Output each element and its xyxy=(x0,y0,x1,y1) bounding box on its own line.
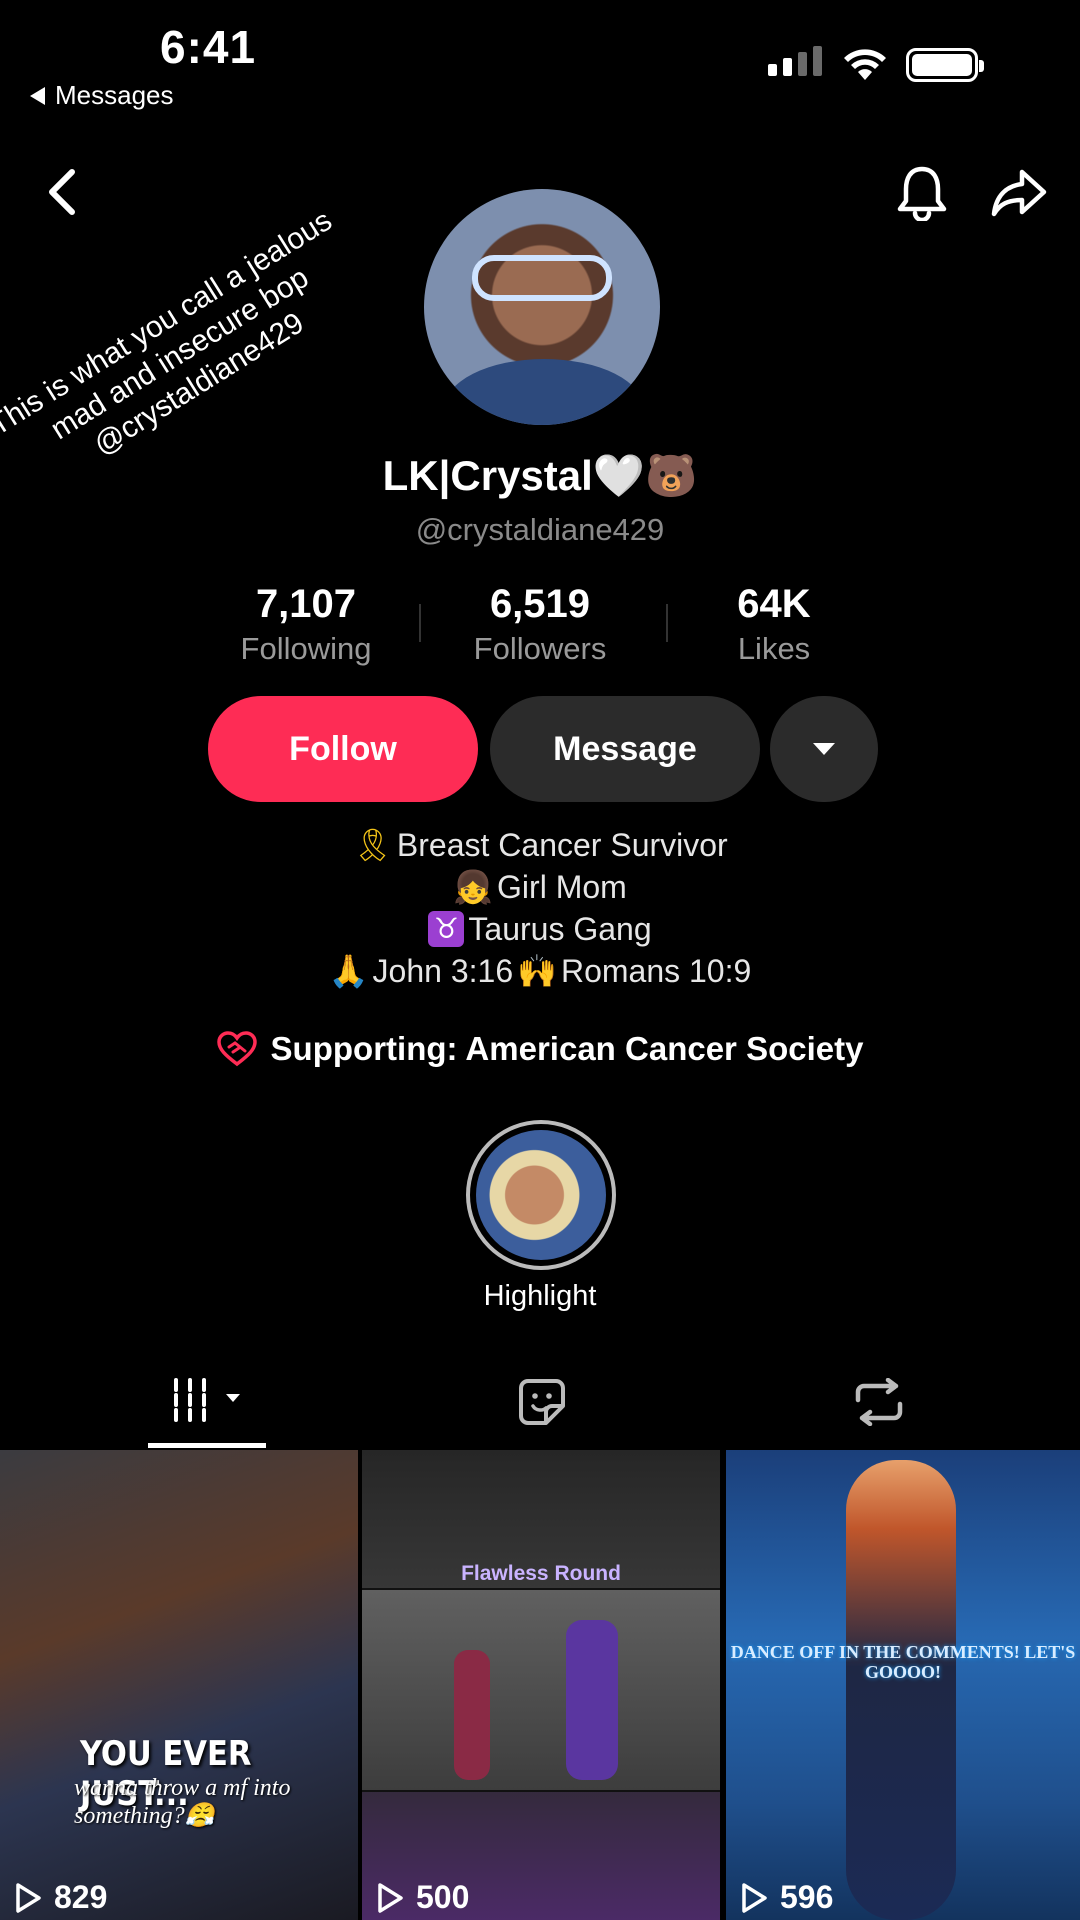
status-time: 6:41 xyxy=(160,21,257,73)
bio-line: 🙏 John 3:16 🙌 Romans 10:9 xyxy=(0,950,1080,992)
username-handle: @crystaldiane429 xyxy=(415,512,665,547)
supporting-text: Supporting: American Cancer Society xyxy=(270,1030,864,1067)
caption-line: mad and insecure bop xyxy=(45,260,315,447)
display-name: LK|Crystal🤍🐻 xyxy=(382,452,698,499)
cellular-signal-icon xyxy=(768,46,822,76)
follow-button[interactable]: Follow xyxy=(208,696,478,802)
tab-reposts[interactable] xyxy=(852,1377,906,1431)
bio-text: Romans 10:9 xyxy=(560,953,752,989)
profile-avatar[interactable] xyxy=(424,189,660,425)
ribbon-icon: 🎗 xyxy=(352,826,393,864)
bio-text: John 3:16 xyxy=(372,953,514,989)
profile-stats: 7,107 Following 6,519 Followers 64K Like… xyxy=(190,582,890,667)
bio-line: 👧 Girl Mom xyxy=(0,866,1080,908)
back-triangle-icon xyxy=(30,86,45,105)
video-thumbnail[interactable]: YOU EVER JUST... wanna throw a mf into s… xyxy=(0,1450,358,1920)
dropdown-triangle-icon xyxy=(813,743,835,755)
video-thumbnail[interactable]: DANCE OFF IN THE COMMENTS! LET'S GOOOO! … xyxy=(726,1450,1080,1920)
videos-grid-icon xyxy=(174,1378,240,1422)
stat-label: Following xyxy=(240,631,372,666)
battery-icon xyxy=(906,48,984,82)
back-to-messages[interactable]: Messages xyxy=(30,80,174,111)
taurus-icon: ♉ xyxy=(428,911,465,947)
active-tab-indicator xyxy=(148,1443,266,1448)
stat-likes[interactable]: 64K Likes xyxy=(658,582,890,667)
wifi-icon xyxy=(844,49,886,80)
stat-value: 7,107 xyxy=(255,582,357,626)
thumbnail-text: DANCE OFF IN THE COMMENTS! LET'S GOOOO! xyxy=(730,1642,1076,1682)
view-count: 500 xyxy=(376,1879,469,1916)
play-icon xyxy=(742,1882,767,1913)
liked-sticker-icon xyxy=(519,1379,565,1425)
share-arrow-icon[interactable] xyxy=(990,168,1048,218)
stat-following[interactable]: 7,107 Following xyxy=(190,582,422,667)
tab-liked[interactable] xyxy=(518,1378,566,1431)
bell-icon[interactable] xyxy=(896,165,948,221)
play-icon xyxy=(16,1882,41,1913)
highlight-thumbnail[interactable] xyxy=(466,1120,616,1270)
bio-text: Breast Cancer Survivor xyxy=(396,827,728,863)
view-count: 596 xyxy=(740,1879,833,1916)
back-chevron-icon[interactable] xyxy=(46,168,78,216)
view-count-value: 596 xyxy=(780,1879,834,1915)
video-thumbnail[interactable]: Flawless Round 500 xyxy=(362,1450,720,1920)
supporting-link[interactable]: Supporting: American Cancer Society xyxy=(0,1030,1080,1068)
thumbnail-text: Flawless Round xyxy=(461,1562,621,1585)
view-count: 829 xyxy=(14,1879,107,1916)
profile-bio: 🎗 Breast Cancer Survivor 👧 Girl Mom ♉ Ta… xyxy=(0,824,1080,992)
stat-value: 64K xyxy=(737,582,811,626)
thumbnail-text: wanna throw a mf into something?😤 xyxy=(74,1775,291,1829)
bio-line: 🎗 Breast Cancer Survivor xyxy=(0,824,1080,866)
stat-label: Likes xyxy=(737,631,811,666)
bio-text: Taurus Gang xyxy=(468,911,652,947)
stat-divider xyxy=(419,604,421,642)
stat-followers[interactable]: 6,519 Followers xyxy=(424,582,656,667)
stat-label: Followers xyxy=(473,631,607,666)
praying-hands-icon: 🙏 xyxy=(328,952,369,990)
view-count-value: 500 xyxy=(416,1879,470,1915)
bio-text: Girl Mom xyxy=(497,869,627,905)
repost-icon xyxy=(855,1377,903,1427)
stat-value: 6,519 xyxy=(489,582,591,626)
play-icon xyxy=(378,1882,403,1913)
raised-hands-icon: 🙌 xyxy=(517,952,557,990)
bio-line: ♉ Taurus Gang xyxy=(0,908,1080,950)
tab-videos[interactable] xyxy=(172,1378,248,1427)
heart-handshake-icon xyxy=(216,1031,257,1067)
view-count-value: 829 xyxy=(54,1879,108,1915)
girl-icon: 👧 xyxy=(453,868,494,906)
more-options-button[interactable] xyxy=(770,696,878,802)
back-app-label: Messages xyxy=(55,80,174,110)
highlight-label: Highlight xyxy=(483,1280,597,1312)
message-button[interactable]: Message xyxy=(490,696,760,802)
stat-divider xyxy=(666,604,668,642)
